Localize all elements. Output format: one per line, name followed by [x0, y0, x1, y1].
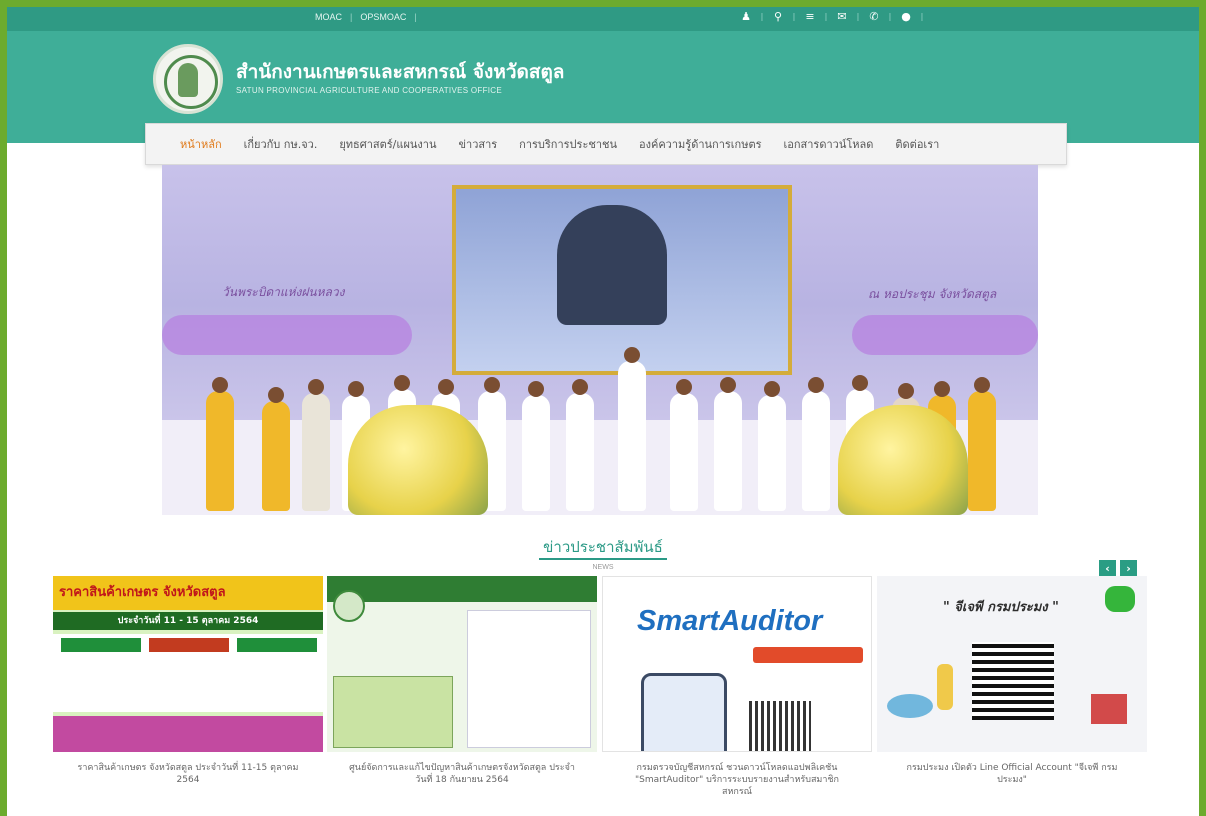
search-icon[interactable]: ⚲: [765, 10, 791, 23]
banner-person: [522, 381, 550, 511]
news-card-thumbnail[interactable]: ราคาสินค้าเกษตร จังหวัดสตูล ประจำวันที่ …: [53, 576, 323, 752]
thumb-quote-text: " จีเจพี กรมประมง ": [943, 600, 1059, 615]
hero-banner-image[interactable]: วันพระบิดาแห่งฝนหลวง ณ หอประชุม จังหวัดส…: [162, 165, 1038, 515]
nav-item-strategy[interactable]: ยุทธศาสตร์/แผนงาน: [339, 135, 436, 153]
thumb-emblem: [333, 590, 365, 622]
news-card-caption[interactable]: กรมตรวจบัญชีสหกรณ์ ชวนดาวน์โหลดแอปพลิเคช…: [602, 762, 872, 798]
thumb-brand-text: SmartAuditor: [637, 605, 823, 637]
banner-person: [714, 377, 742, 511]
carousel-prev-button[interactable]: ‹: [1099, 560, 1116, 577]
nav-item-home[interactable]: หน้าหลัก: [180, 135, 222, 153]
nav-item-news[interactable]: ข่าวสาร: [459, 135, 498, 153]
phone-icon[interactable]: ✆: [861, 10, 887, 23]
thumb-heading-band: ราคาสินค้าเกษตร จังหวัดสตูล: [53, 576, 323, 610]
news-card[interactable]: ราคาสินค้าเกษตร จังหวัดสตูล ประจำวันที่ …: [53, 576, 323, 786]
news-card[interactable]: " จีเจพี กรมประมง " กรมประมง เปิดตัว Lin…: [877, 576, 1147, 786]
top-utility-bar: MOAC | OPSMOAC | ♟ | ⚲ | ≡ | ✉ | ✆ | ● |: [7, 7, 1199, 31]
top-links: MOAC | OPSMOAC |: [315, 12, 417, 22]
banner-person: [302, 379, 330, 511]
banner-person: [262, 387, 290, 511]
top-link-separator: |: [350, 12, 353, 22]
site-logo[interactable]: [153, 44, 223, 114]
map-pin-icon[interactable]: ●: [893, 10, 919, 23]
user-icon[interactable]: ♟: [733, 10, 759, 23]
banner-portrait: [557, 205, 667, 325]
rss-icon[interactable]: ≡: [797, 10, 823, 23]
banner-person: [618, 347, 646, 511]
carousel-next-button[interactable]: ›: [1120, 560, 1137, 577]
banner-flowerbed: [852, 315, 1038, 355]
banner-person: [670, 379, 698, 511]
nav-item-contact[interactable]: ติดต่อเรา: [895, 135, 939, 153]
news-card[interactable]: SmartAuditor กรมตรวจบัญชีสหกรณ์ ชวนดาวน์…: [602, 576, 872, 798]
qr-code-icon: [972, 642, 1054, 720]
banner-person: [206, 377, 234, 511]
banner-bouquet: [348, 405, 488, 515]
nav-item-services[interactable]: การบริการประชาชน: [519, 135, 617, 153]
news-card-thumbnail[interactable]: SmartAuditor: [602, 576, 872, 752]
nav-item-downloads[interactable]: เอกสารดาวน์โหลด: [784, 135, 874, 153]
main-navigation: หน้าหลัก เกี่ยวกับ กษ.จว. ยุทธศาสตร์/แผน…: [145, 123, 1067, 165]
thumb-table: [333, 676, 453, 748]
site-title[interactable]: สำนักงานเกษตรและสหกรณ์ จังหวัดสตูล: [236, 57, 564, 87]
thumb-header-bar: [327, 576, 597, 602]
news-title-underline: [539, 558, 667, 560]
nav-item-about[interactable]: เกี่ยวกับ กษ.จว.: [244, 135, 318, 153]
thumb-figure: [937, 664, 953, 710]
thumb-price-panel: [53, 634, 323, 712]
mail-icon[interactable]: ✉: [829, 10, 855, 23]
news-section-subtitle: NEWS: [592, 564, 614, 571]
thumb-red-tag: [753, 647, 863, 663]
site-subtitle: SATUN PROVINCIAL AGRICULTURE AND COOPERA…: [236, 86, 503, 95]
news-section-title: ข่าวประชาสัมพันธ์: [543, 538, 663, 556]
nav-item-knowledge[interactable]: องค์ความรู้ด้านการเกษตร: [639, 135, 762, 153]
news-card-thumbnail[interactable]: " จีเจพี กรมประมง ": [877, 576, 1147, 752]
banner-flowerbed: [162, 315, 412, 355]
banner-person: [802, 377, 830, 511]
banner-bouquet: [838, 405, 968, 515]
thumb-heading: ราคาสินค้าเกษตร จังหวัดสตูล: [59, 585, 226, 600]
line-badge-icon: [1105, 586, 1135, 612]
thumb-price-panel-lower: [53, 716, 323, 752]
top-link-separator: |: [414, 12, 417, 22]
top-link-opsmoac[interactable]: OPSMOAC: [360, 12, 406, 22]
icon-separator: |: [920, 12, 924, 21]
banner-person: [968, 377, 996, 511]
news-card[interactable]: ศูนย์จัดการและแก้ไขปัญหาสินค้าเกษตรจังหว…: [327, 576, 597, 786]
page-frame: MOAC | OPSMOAC | ♟ | ⚲ | ≡ | ✉ | ✆ | ● |…: [0, 0, 1206, 816]
banner-right-caption: ณ หอประชุม จังหวัดสตูล: [868, 287, 997, 301]
news-card-caption[interactable]: กรมประมง เปิดตัว Line Official Account "…: [877, 762, 1147, 786]
top-link-moac[interactable]: MOAC: [315, 12, 342, 22]
top-icons: ♟ | ⚲ | ≡ | ✉ | ✆ | ● |: [733, 10, 925, 23]
banner-left-caption: วันพระบิดาแห่งฝนหลวง: [222, 285, 345, 299]
thumb-stall: [1091, 694, 1127, 724]
thumb-phone: [641, 673, 727, 751]
thumb-pond: [887, 694, 933, 718]
banner-person: [566, 379, 594, 511]
news-card-caption[interactable]: ราคาสินค้าเกษตร จังหวัดสตูล ประจำวันที่ …: [53, 762, 323, 786]
qr-code-icon: [749, 701, 811, 751]
thumb-document: [467, 610, 591, 748]
banner-person: [758, 381, 786, 511]
thumb-date-band: ประจำวันที่ 11 - 15 ตุลาคม 2564: [53, 612, 323, 630]
news-card-caption[interactable]: ศูนย์จัดการและแก้ไขปัญหาสินค้าเกษตรจังหว…: [327, 762, 597, 786]
news-card-thumbnail[interactable]: [327, 576, 597, 752]
